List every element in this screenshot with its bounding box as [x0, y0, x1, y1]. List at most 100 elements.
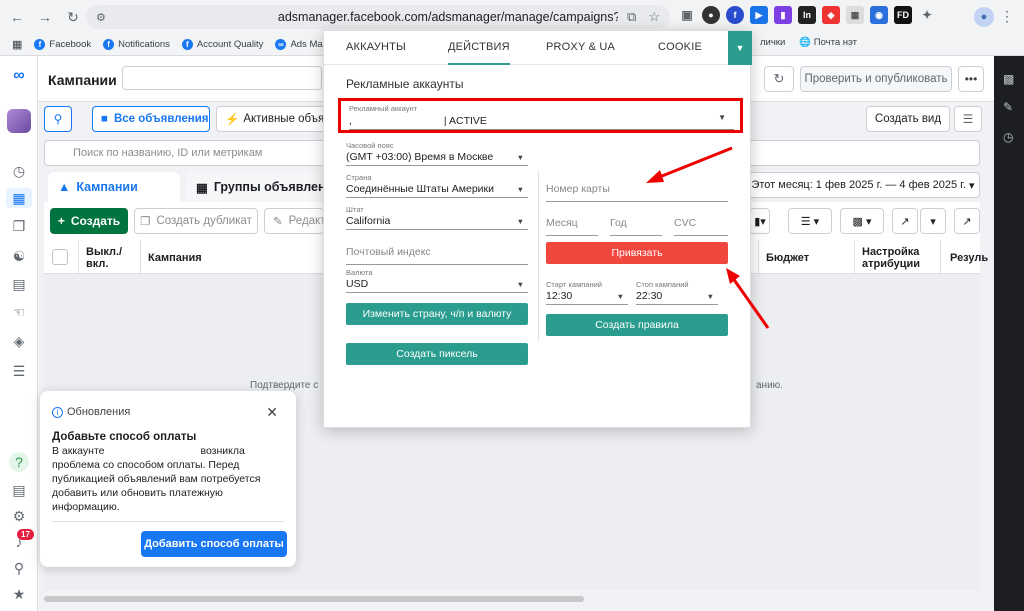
history-clock-icon[interactable]: ◷ [1003, 130, 1013, 144]
charts-button[interactable]: ↗ [954, 208, 980, 234]
apps-grid-icon[interactable]: ▦ [12, 38, 22, 51]
puzzle-extensions-icon[interactable]: ✦ [918, 6, 936, 24]
site-settings-icon[interactable]: ⚙ [96, 11, 106, 24]
review-publish-button[interactable]: Проверить и опубликовать [800, 66, 952, 92]
browser-menu-icon[interactable]: ⋮ [1000, 8, 1014, 25]
reports-button[interactable]: ▩ ▾ [840, 208, 884, 234]
meta-logo-icon[interactable]: ∞ [9, 66, 29, 86]
card-year-field[interactable]: Год [610, 217, 662, 236]
audiences-icon[interactable]: ☯ [9, 246, 29, 266]
campaigns-table-icon[interactable]: ▦ [6, 188, 32, 208]
chart-icon[interactable]: ▩ [1003, 72, 1014, 86]
fb-tool-extension-icon[interactable]: f [726, 6, 744, 24]
campaign-stop-select[interactable]: Стоп кампаний 22:30 ▼ [636, 280, 718, 305]
view-settings-button[interactable]: ☰ [954, 106, 982, 132]
play-extension-icon[interactable]: ▶ [750, 6, 768, 24]
bug-report-icon[interactable]: ★ [9, 584, 29, 604]
date-range-picker[interactable]: Этот месяц: 1 фев 2025 г. — 4 фев 2025 г… [746, 172, 980, 198]
timezone-select[interactable]: Часовой пояс (GMT +03:00) Время в Москве… [346, 141, 528, 166]
ad-account-select[interactable]: Рекламный аккаунт , | ACTIVE ▼ [338, 98, 743, 133]
forward-arrow-icon[interactable]: → [34, 6, 56, 28]
close-icon[interactable]: ✕ [266, 404, 278, 421]
cookie-extension-icon[interactable]: ● [702, 6, 720, 24]
currency-select[interactable]: Валюта USD ▼ [346, 268, 528, 293]
reload-icon[interactable]: ↻ [62, 6, 84, 28]
bookmark-pochta[interactable]: 🌐 Почта нэт [799, 37, 857, 48]
popup-menu-toggle[interactable]: ▼ [728, 31, 752, 65]
tab-proxy-ua[interactable]: PROXY & UA [546, 41, 615, 53]
tab-actions[interactable]: ДЕЙСТВИЯ [448, 41, 510, 65]
add-payment-method-button[interactable]: Добавить способ оплаты [141, 531, 287, 557]
caret-down-icon: ▼ [706, 292, 714, 301]
settings-gear-icon[interactable]: ⚙ [9, 506, 29, 526]
column-budget[interactable]: Бюджет [766, 252, 809, 264]
column-toggle[interactable]: Выкл./ вкл. [86, 246, 136, 270]
card-number-field[interactable]: Номер карты [546, 183, 728, 202]
create-rules-button[interactable]: Создать правила [546, 314, 728, 336]
megaphone-icon[interactable]: ☜ [9, 302, 29, 322]
tab-cookie[interactable]: COOKIE [658, 41, 702, 53]
bookmark-notifications[interactable]: f Notifications [103, 39, 170, 50]
columns-button[interactable]: ▮▾ [750, 208, 770, 234]
refresh-button[interactable]: ↻ [764, 66, 794, 92]
campaign-start-select[interactable]: Старт кампаний 12:30 ▼ [546, 280, 628, 305]
bookmark-lichki[interactable]: лички [760, 37, 785, 48]
create-button[interactable]: + Создать [50, 208, 128, 234]
tab-accounts[interactable]: АККАУНТЫ [346, 41, 406, 53]
bookmark-facebook[interactable]: f Facebook [34, 39, 91, 50]
change-country-button[interactable]: Изменить страну, ч/п и валюту [346, 303, 528, 325]
back-arrow-icon[interactable]: ← [6, 6, 28, 28]
tab-ad-groups[interactable]: ▦ Группы объявлении [186, 172, 341, 202]
grid-extension-icon[interactable]: ▦ [846, 6, 864, 24]
horizontal-scrollbar[interactable] [44, 596, 584, 602]
duplicate-button[interactable]: ❐ Создать дубликат [134, 208, 258, 234]
avatar[interactable] [7, 109, 31, 133]
news-icon[interactable]: ▤ [9, 480, 29, 500]
create-view-button[interactable]: Создать вид [866, 106, 950, 132]
create-pixel-button[interactable]: Создать пиксель [346, 343, 528, 365]
select-all-checkbox[interactable] [52, 249, 68, 265]
more-options-button[interactable]: ••• [958, 66, 984, 92]
address-bar[interactable]: ⚙ adsmanager.facebook.com/adsmanager/man… [86, 5, 670, 29]
card-month-field[interactable]: Месяц [546, 217, 598, 236]
card-cvc-field[interactable]: CVC [674, 217, 728, 236]
network-icon[interactable]: ◈ [9, 331, 29, 351]
help-icon[interactable]: ? [9, 452, 29, 472]
folder-icon: ▲ [58, 180, 71, 194]
camera-extension-icon[interactable]: ▣ [678, 6, 696, 24]
state-select[interactable]: Штат California ▼ [346, 205, 528, 230]
tab-campaigns[interactable]: ▲ Кампании [48, 172, 180, 202]
profile-avatar-icon[interactable]: ● [974, 7, 994, 27]
search-toggle-button[interactable]: ⚲ [44, 106, 72, 132]
link-card-button[interactable]: Привязать [546, 242, 728, 264]
all-tools-menu-icon[interactable]: ☰ [9, 361, 29, 381]
pencil-icon[interactable]: ✎ [1003, 100, 1013, 114]
pages-icon[interactable]: ❐ [9, 216, 29, 236]
bookmark-star-icon[interactable]: ☆ [648, 9, 660, 25]
column-results[interactable]: Резуль [950, 252, 988, 264]
info-icon: i [52, 406, 63, 418]
dashboard-gauge-icon[interactable]: ◷ [9, 161, 29, 181]
bookmark-account-quality[interactable]: f Account Quality [181, 39, 263, 50]
billing-card-icon[interactable]: ▤ [9, 274, 29, 294]
edit-button[interactable]: ✎ Редакт [264, 208, 324, 234]
breakdown-button[interactable]: ☰ ▾ [788, 208, 832, 234]
install-app-icon[interactable]: ⧉ [627, 9, 636, 25]
country-select[interactable]: Страна Соединённые Штаты Америки ▼ [346, 173, 528, 198]
bookmark-ads-manager[interactable]: ∞ Ads Ma [275, 39, 323, 50]
all-ads-filter[interactable]: ■ Все объявления [92, 106, 210, 132]
export-button[interactable]: ↗ [892, 208, 918, 234]
export-dropdown-button[interactable]: ▾ [920, 208, 946, 234]
blue-extension-icon[interactable]: ◉ [870, 6, 888, 24]
ln-extension-icon[interactable]: ln [798, 6, 816, 24]
red-extension-icon[interactable]: ◆ [822, 6, 840, 24]
postal-code-field[interactable]: Почтовый индекс [346, 246, 528, 265]
folder-icon: ■ [101, 113, 108, 125]
search-icon[interactable]: ⚲ [9, 558, 29, 578]
fd-extension-icon[interactable]: FD [894, 6, 912, 24]
column-campaign[interactable]: Кампания [148, 252, 202, 264]
column-attribution[interactable]: Настройка атрибуции [862, 246, 932, 270]
account-selector[interactable] [122, 66, 322, 90]
purple-extension-icon[interactable]: ▮ [774, 6, 792, 24]
active-ads-filter[interactable]: ⚡Активные объявле [216, 106, 326, 132]
